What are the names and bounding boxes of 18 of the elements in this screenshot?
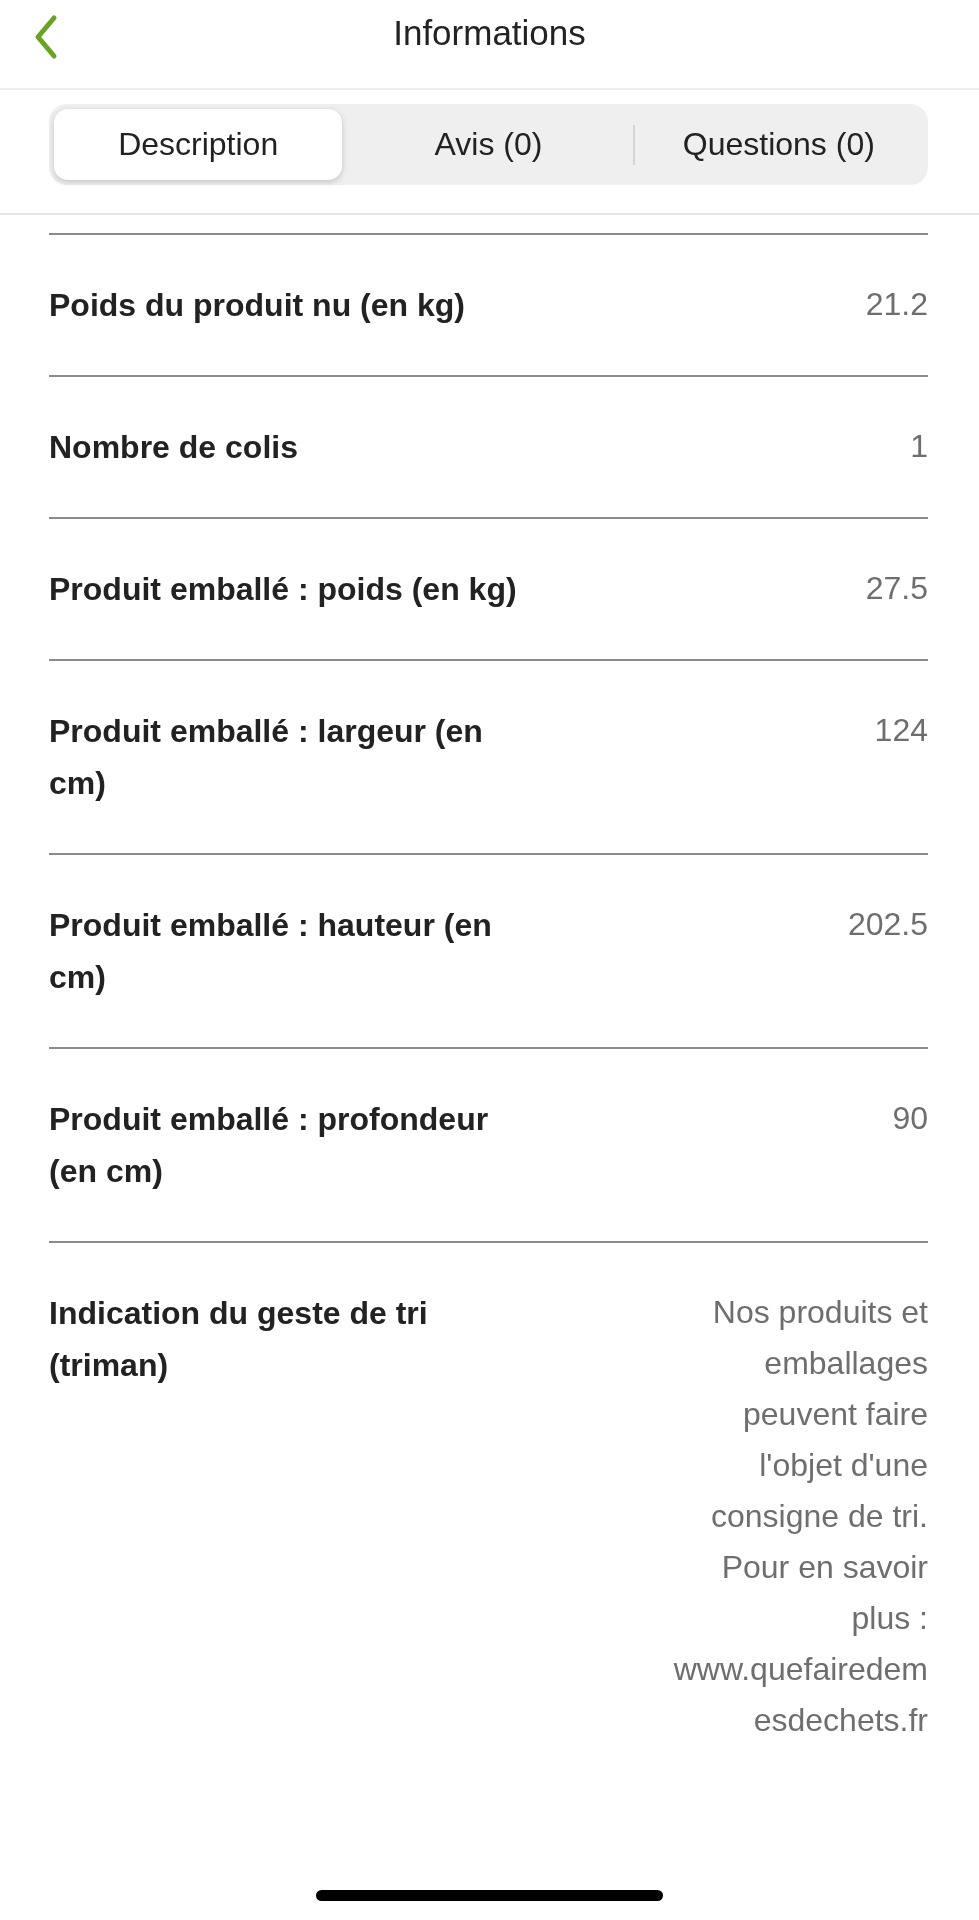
spec-value: 124 xyxy=(874,711,928,750)
spec-value: Nos produits et emballages peuvent faire l'objet d'une consigne de tri. Pour en savoir plus : www.quefairedem esdechets.fr xyxy=(673,1293,928,1740)
spec-value: 202.5 xyxy=(847,905,928,944)
spec-value: 27.5 xyxy=(865,569,928,608)
spec-value: 1 xyxy=(910,427,928,466)
spec-value: 21.2 xyxy=(865,285,928,324)
tab[interactable]: Questions (0) xyxy=(634,109,923,180)
tab[interactable]: Avis (0) xyxy=(344,109,633,180)
spec-label: Nombre de colis xyxy=(49,428,299,467)
spec-label: Produit emballé : profondeur (en cm) xyxy=(49,1100,490,1191)
spec-label: Produit emballé : poids (en kg) xyxy=(49,570,518,609)
spec-value: 90 xyxy=(892,1099,928,1138)
tab[interactable]: Description xyxy=(54,109,343,180)
spec-label: Poids du produit nu (en kg) xyxy=(49,286,466,325)
spec-label: Produit emballé : largeur (en cm) xyxy=(49,712,484,803)
spec-label: Indication du geste de tri (triman) xyxy=(49,1294,429,1385)
spec-label: Produit emballé : hauteur (en cm) xyxy=(49,906,493,997)
page-title: Informations xyxy=(393,13,586,53)
